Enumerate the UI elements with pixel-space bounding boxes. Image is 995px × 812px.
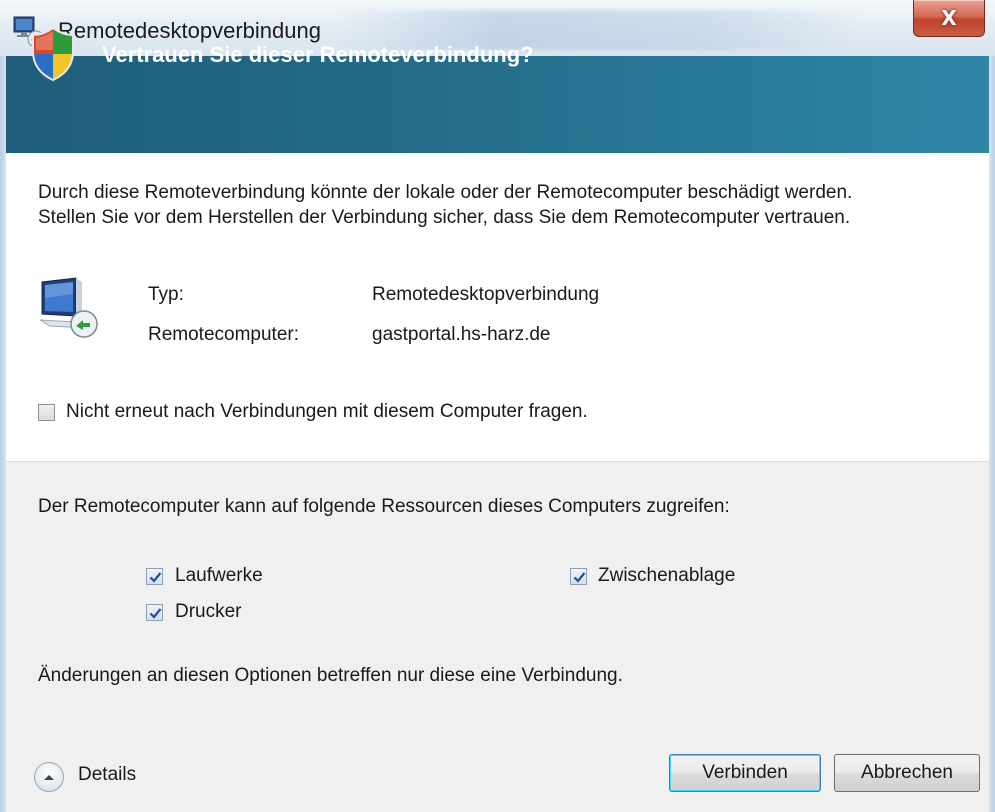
remote-computer-icon xyxy=(39,277,98,338)
type-label: Typ: xyxy=(148,284,184,305)
printer-label[interactable]: Drucker xyxy=(175,601,242,623)
details-toggle-button[interactable] xyxy=(34,762,64,792)
details-label[interactable]: Details xyxy=(78,764,136,786)
window-title: Remotedesktopverbindung xyxy=(58,18,321,43)
connect-button[interactable]: Verbinden xyxy=(669,754,821,792)
window-frame-right xyxy=(989,56,995,812)
close-icon: X xyxy=(941,6,957,30)
checkmark-icon xyxy=(573,572,586,583)
clipboard-checkbox[interactable] xyxy=(570,568,587,585)
printer-checkbox[interactable] xyxy=(146,604,163,621)
checkmark-icon xyxy=(149,572,162,583)
drives-label[interactable]: Laufwerke xyxy=(175,565,263,587)
chevron-up-icon xyxy=(44,775,54,780)
cancel-button[interactable]: Abbrechen xyxy=(834,754,980,792)
dialog-heading: Vertrauen Sie dieser Remoteverbindung? xyxy=(102,42,534,67)
security-banner xyxy=(6,56,989,153)
dont-ask-again-checkbox[interactable] xyxy=(38,404,55,421)
checkmark-icon xyxy=(149,608,162,619)
close-button[interactable]: X xyxy=(913,0,985,37)
resources-heading: Der Remotecomputer kann auf folgende Res… xyxy=(38,496,730,517)
remote-computer-label: Remotecomputer: xyxy=(148,324,300,345)
remote-computer-value: gastportal.hs-harz.de xyxy=(372,324,551,345)
security-shield-icon xyxy=(32,26,74,82)
type-value: Remotedesktopverbindung xyxy=(372,284,600,305)
changes-note: Änderungen an diesen Optionen betreffen … xyxy=(38,665,623,686)
warning-text-line-2: Stellen Sie vor dem Herstellen der Verbi… xyxy=(38,207,851,228)
clipboard-label[interactable]: Zwischenablage xyxy=(598,565,735,587)
drives-checkbox[interactable] xyxy=(146,568,163,585)
warning-text-line-1: Durch diese Remoteverbindung könnte der … xyxy=(38,182,853,203)
dont-ask-again-label[interactable]: Nicht erneut nach Verbindungen mit diese… xyxy=(66,401,588,423)
